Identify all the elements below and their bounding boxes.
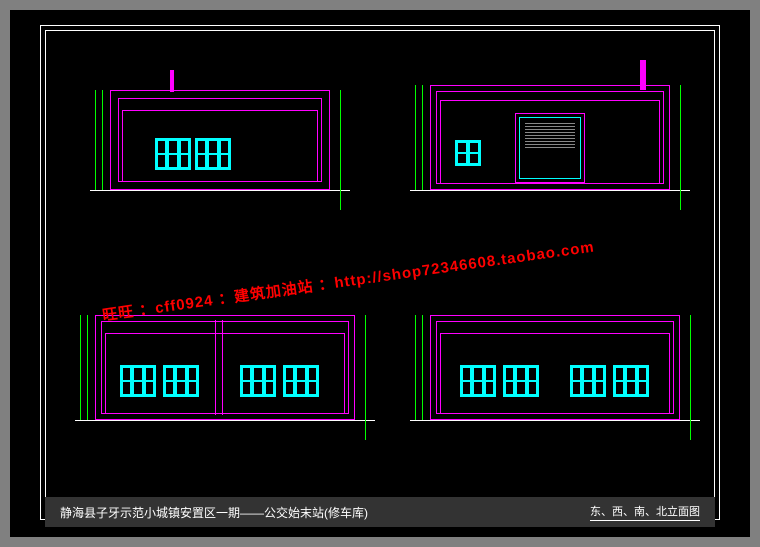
dimension-line — [422, 85, 423, 190]
drawing-subtitle: 东、西、南、北立面图 — [590, 503, 700, 521]
dimension-line — [95, 90, 96, 190]
ladder-icon — [215, 320, 223, 415]
elevation-north — [410, 295, 700, 465]
window — [163, 365, 199, 397]
dimension-line — [102, 90, 103, 190]
window — [503, 365, 539, 397]
title-bar: 静海县子牙示范小城镇安置区一期——公交始末站(修车库) 东、西、南、北立面图 — [45, 497, 715, 527]
cad-canvas[interactable]: 旺旺 ：cff0924 ：建筑加油站 ：http://shop72346608.… — [10, 10, 750, 537]
window — [240, 365, 276, 397]
dimension-line — [365, 315, 366, 440]
window — [195, 138, 231, 170]
window — [613, 365, 649, 397]
window — [155, 138, 191, 170]
dimension-line — [80, 315, 81, 420]
dimension-line — [690, 315, 691, 440]
dimension-line — [415, 315, 416, 420]
dimension-line — [680, 85, 681, 210]
dimension-line — [415, 85, 416, 190]
drawing-title: 静海县子牙示范小城镇安置区一期——公交始末站(修车库) — [60, 504, 368, 521]
window — [570, 365, 606, 397]
elevation-west — [410, 65, 690, 230]
pipe-icon — [640, 60, 646, 90]
window — [120, 365, 156, 397]
window — [460, 365, 496, 397]
dimension-line — [422, 315, 423, 420]
dimension-line — [340, 90, 341, 210]
dimension-line — [87, 315, 88, 420]
elevation-east — [90, 70, 350, 230]
window-small — [455, 140, 481, 166]
window — [283, 365, 319, 397]
chimney-icon — [170, 70, 174, 92]
garage-door — [515, 113, 585, 183]
